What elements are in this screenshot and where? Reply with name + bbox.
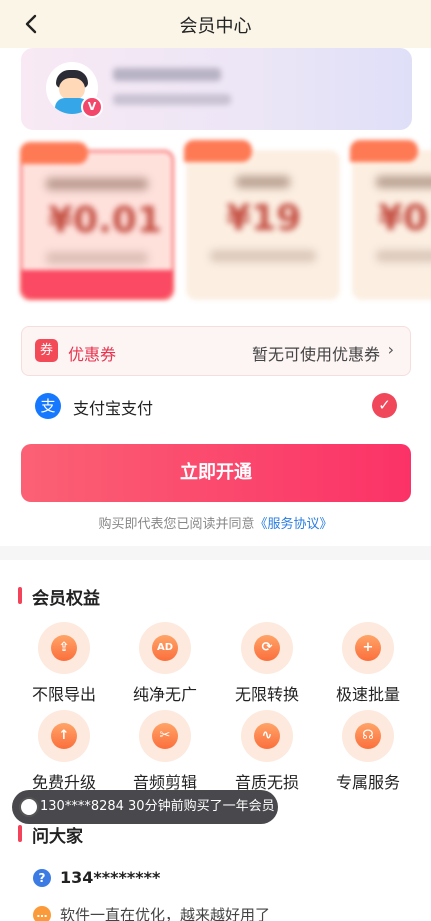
coupon-status: 暂无可使用优惠券 bbox=[251, 345, 380, 364]
top-bar: 会员中心 bbox=[0, 0, 431, 48]
toast-avatar bbox=[19, 797, 39, 817]
plan-carousel[interactable]: ¥0.01 ¥19 ¥0 bbox=[0, 130, 431, 320]
qa-title: 问大家 bbox=[18, 822, 83, 847]
benefit-item[interactable]: AD 纯净无广 bbox=[115, 622, 215, 705]
question-icon: ? bbox=[33, 869, 51, 887]
scissors-icon: ✂ bbox=[152, 723, 178, 749]
benefit-item[interactable]: ✂ 音频剪辑 bbox=[115, 710, 215, 793]
benefit-item[interactable]: ☊ 专属服务 bbox=[318, 710, 418, 793]
user-id-blurred bbox=[113, 94, 231, 105]
benefit-label: 极速批量 bbox=[335, 685, 400, 704]
benefit-item[interactable]: ⟳ 无限转换 bbox=[217, 622, 317, 705]
benefit-label: 无限转换 bbox=[234, 685, 299, 704]
coupon-icon: 券 bbox=[35, 339, 58, 362]
benefit-item[interactable]: ↑ 免费升级 bbox=[14, 710, 114, 793]
service-agreement-link[interactable]: 《服务协议》 bbox=[255, 517, 333, 532]
agreement-prefix: 购买即代表您已阅读并同意 bbox=[98, 517, 255, 532]
benefit-label: 纯净无广 bbox=[132, 685, 197, 704]
plan-card[interactable]: ¥0 bbox=[350, 140, 431, 300]
batch-icon: + bbox=[355, 635, 381, 661]
check-icon[interactable]: ✓ bbox=[372, 393, 397, 418]
waveform-icon: ∿ bbox=[254, 723, 280, 749]
section-divider bbox=[0, 546, 431, 560]
page-title: 会员中心 bbox=[179, 16, 252, 37]
headset-icon: ☊ bbox=[355, 723, 381, 749]
qa-answer-text: 软件一直在优化，越来越好用了 bbox=[60, 906, 271, 921]
benefit-item[interactable]: + 极速批量 bbox=[318, 622, 418, 705]
user-card: V bbox=[21, 48, 412, 130]
no-ads-icon: AD bbox=[152, 635, 178, 661]
plan-card[interactable]: ¥0.01 bbox=[20, 142, 174, 300]
export-icon: ⇪ bbox=[51, 635, 77, 661]
activate-button[interactable]: 立即开通 bbox=[21, 444, 411, 502]
coupon-row[interactable]: 券 优惠券 暂无可使用优惠券 › bbox=[21, 326, 411, 376]
benefit-label: 不限导出 bbox=[31, 685, 96, 704]
benefit-item[interactable]: ⇪ 不限导出 bbox=[14, 622, 114, 705]
convert-icon: ⟳ bbox=[254, 635, 280, 661]
agreement-text: 购买即代表您已阅读并同意《服务协议》 bbox=[0, 513, 431, 532]
qa-user: 134******** bbox=[60, 868, 161, 887]
purchase-toast: 130****8284 30分钟前购买了一年会员 bbox=[12, 790, 278, 824]
benefit-label: 专属服务 bbox=[335, 773, 400, 792]
toast-text: 130****8284 30分钟前购买了一年会员 bbox=[40, 799, 275, 814]
answer-icon: … bbox=[33, 906, 51, 921]
upgrade-icon: ↑ bbox=[51, 723, 77, 749]
alipay-icon: 支 bbox=[35, 393, 61, 419]
user-name-blurred bbox=[113, 68, 221, 81]
coupon-label: 优惠券 bbox=[68, 345, 117, 364]
vip-badge: V bbox=[81, 96, 103, 118]
benefit-item[interactable]: ∿ 音质无损 bbox=[217, 710, 317, 793]
benefits-title: 会员权益 bbox=[18, 584, 100, 609]
payment-label: 支付宝支付 bbox=[73, 399, 154, 418]
payment-method-alipay[interactable]: 支 支付宝支付 ✓ bbox=[21, 384, 411, 428]
chevron-right-icon: › bbox=[387, 340, 394, 359]
plan-card[interactable]: ¥19 bbox=[184, 140, 340, 300]
